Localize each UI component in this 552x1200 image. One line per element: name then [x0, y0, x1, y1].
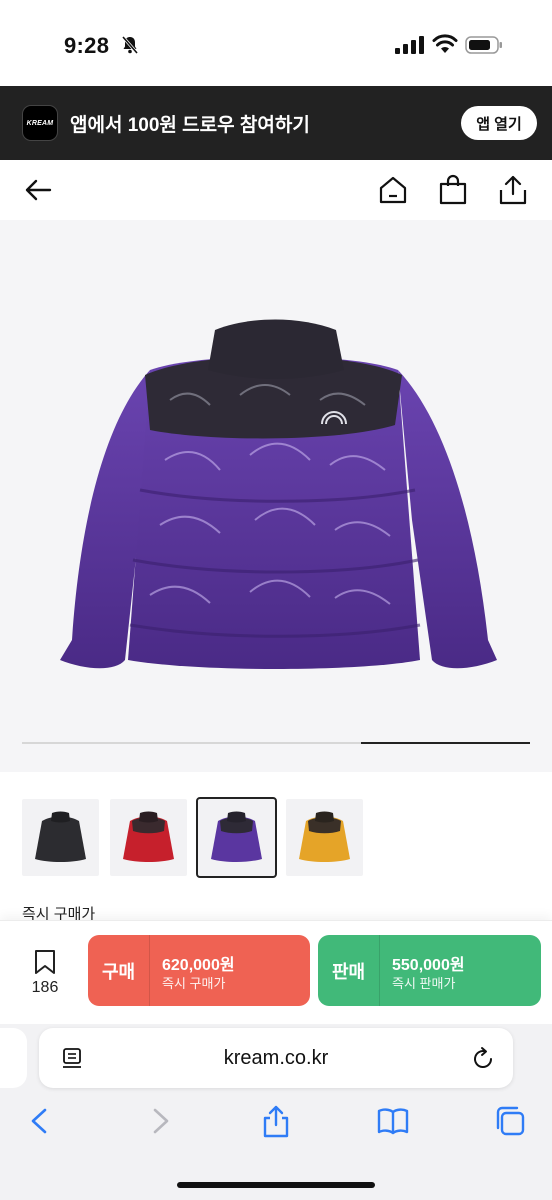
thumbnail-red-image: [123, 811, 174, 862]
thumbnail-purple-image: [211, 811, 262, 862]
page-menu-icon[interactable]: [61, 1047, 83, 1069]
buy-divider: [149, 935, 150, 1006]
thumbnail-purple[interactable]: [196, 797, 277, 878]
back-arrow-icon[interactable]: [22, 174, 54, 206]
status-bar: 9:28: [0, 0, 552, 86]
reload-icon[interactable]: [471, 1046, 495, 1070]
gallery-progress-indicator: [361, 742, 530, 744]
home-icon[interactable]: [377, 174, 409, 206]
browser-bottom-bar: kream.co.kr: [0, 1024, 552, 1200]
bookmarks-icon[interactable]: [376, 1104, 410, 1138]
buy-label: 구매: [101, 961, 136, 982]
sell-divider: [379, 935, 380, 1006]
forward-icon[interactable]: [143, 1104, 177, 1138]
promo-text: 앱에서 100원 드로우 참여하기: [70, 115, 310, 136]
thumbnail-red[interactable]: [110, 799, 187, 876]
address-bar[interactable]: kream.co.kr: [39, 1028, 513, 1088]
bookmark-icon: [35, 950, 55, 974]
app-promo-banner: KREAM 앱에서 100원 드로우 참여하기 앱 열기: [0, 86, 552, 160]
buy-price: 620,000원: [162, 957, 235, 974]
silent-bell-icon: [121, 36, 139, 54]
shopping-bag-icon[interactable]: [437, 174, 469, 206]
status-time: 9:28: [64, 33, 110, 58]
url-text: kream.co.kr: [223, 1046, 329, 1069]
wifi-icon: [432, 34, 458, 53]
thumbnail-black[interactable]: [22, 799, 99, 876]
cellular-signal-icon: [395, 36, 424, 54]
home-indicator: [177, 1182, 375, 1188]
sell-label: 판매: [331, 961, 366, 982]
thumbnail-yellow-image: [299, 811, 350, 862]
tabs-icon[interactable]: [493, 1104, 527, 1138]
product-image: [60, 319, 497, 669]
sell-button[interactable]: 판매 550,000원 즉시 판매가: [318, 935, 541, 1006]
share-icon[interactable]: [259, 1104, 293, 1138]
product-image-gallery[interactable]: [0, 220, 552, 772]
back-icon[interactable]: [23, 1104, 57, 1138]
color-thumbnails: [0, 772, 552, 892]
thumbnail-black-image: [35, 811, 86, 862]
bookmark-button[interactable]: 186: [22, 949, 68, 997]
gallery-progress-track: [22, 742, 530, 744]
previous-tab-peek[interactable]: [0, 1028, 27, 1088]
thumbnail-yellow[interactable]: [286, 799, 363, 876]
purchase-action-bar: 186 구매 620,000원 즉시 구매가 판매 550,000원 즉시 판매…: [0, 920, 552, 1024]
buy-button[interactable]: 구매 620,000원 즉시 구매가: [88, 935, 310, 1006]
buy-sub-label: 즉시 구매가: [162, 976, 226, 991]
sell-price: 550,000원: [392, 957, 465, 974]
battery-icon: [465, 36, 502, 54]
top-nav: [0, 160, 552, 220]
kream-logo: KREAM: [22, 105, 58, 141]
bookmark-count: 186: [31, 979, 59, 996]
sell-sub-label: 즉시 판매가: [392, 976, 456, 991]
open-app-button[interactable]: 앱 열기: [461, 106, 537, 140]
share-icon[interactable]: [497, 174, 529, 206]
